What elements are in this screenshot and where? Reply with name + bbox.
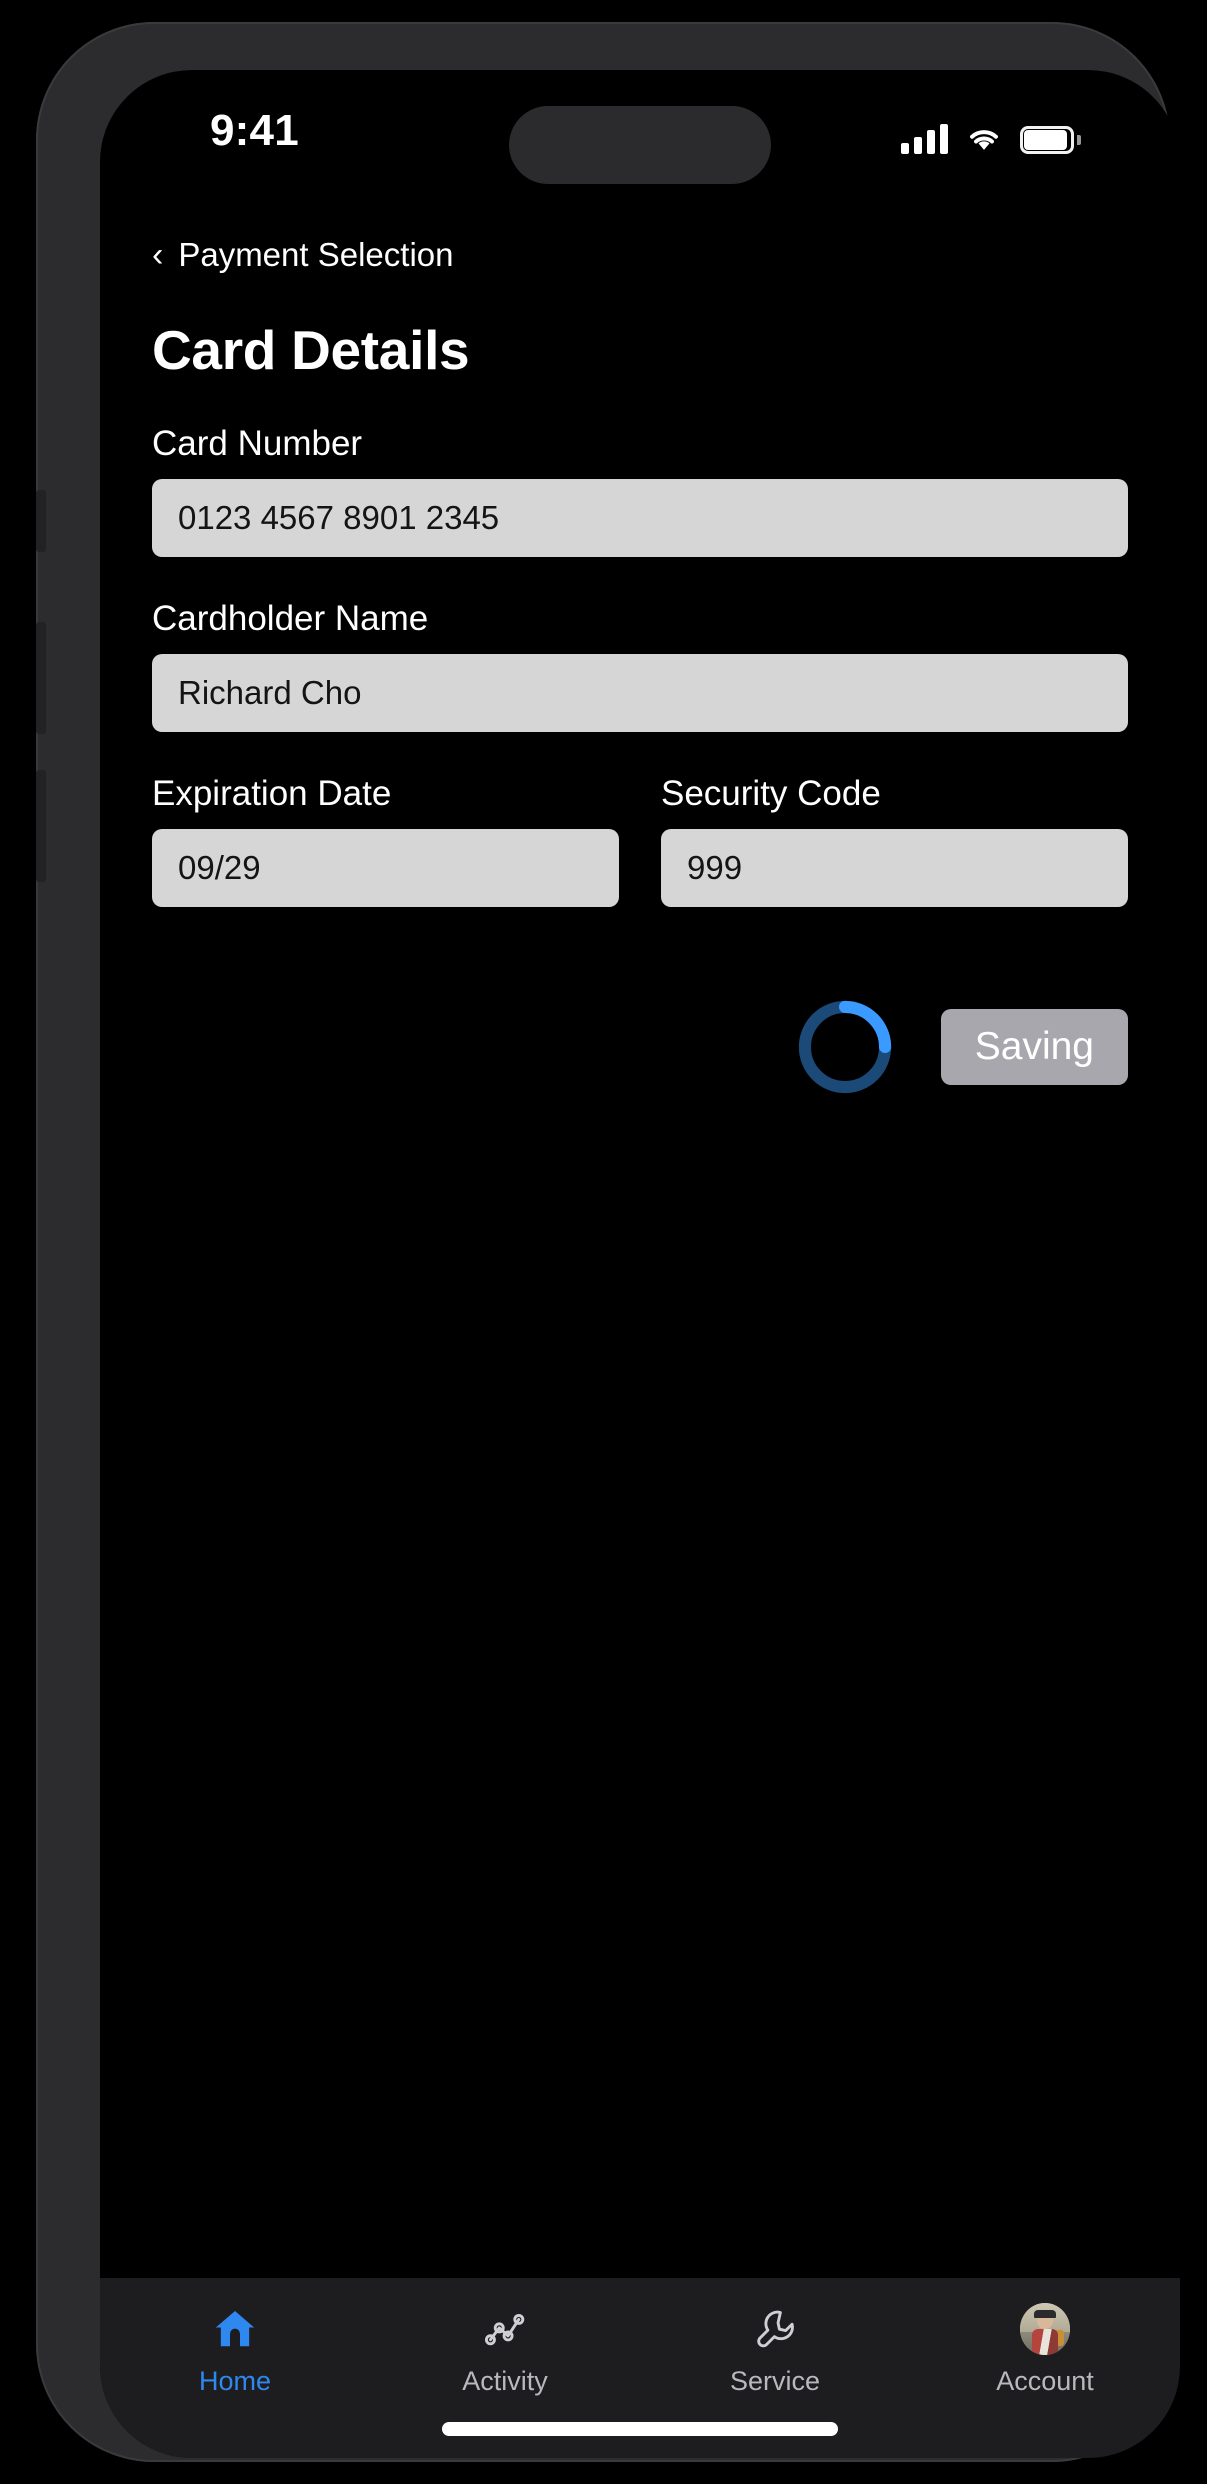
tab-item-activity[interactable]: Activity: [370, 2304, 640, 2397]
cardholder-name-input[interactable]: [152, 654, 1128, 732]
back-link-label: Payment Selection: [178, 236, 454, 273]
status-bar: 9:41: [100, 70, 1180, 188]
tab-label-activity: Activity: [462, 2366, 548, 2396]
wrench-icon: [750, 2304, 800, 2354]
tab-label-home: Home: [198, 2366, 272, 2396]
avatar: [1020, 2303, 1070, 2355]
save-button[interactable]: Saving: [940, 1009, 1128, 1085]
phone-frame: 9:41 ‹ Payment Selection Card Details Ca…: [36, 22, 1180, 2462]
phone-screen: 9:41 ‹ Payment Selection Card Details Ca…: [100, 70, 1180, 2458]
volume-down-button[interactable]: [36, 770, 46, 882]
status-icons: [901, 112, 1081, 154]
save-action-row: Saving: [152, 995, 1128, 1099]
tab-item-service[interactable]: Service: [640, 2304, 910, 2397]
chevron-left-icon: ‹: [152, 236, 164, 274]
loading-spinner-icon: [798, 1000, 891, 1094]
back-to-payment-selection-link[interactable]: ‹ Payment Selection: [152, 236, 453, 274]
tab-label-account: Account: [996, 2366, 1094, 2396]
cellular-signal-icon: [901, 124, 948, 154]
activity-chart-icon: [480, 2304, 530, 2354]
security-code-label: Security Code: [661, 774, 881, 813]
home-icon: [210, 2304, 260, 2354]
tab-label-service: Service: [729, 2366, 821, 2396]
security-code-input[interactable]: [661, 829, 1128, 907]
expiration-date-input[interactable]: [152, 829, 619, 907]
volume-up-button[interactable]: [36, 622, 46, 734]
security-code-group: Security Code: [661, 732, 1128, 907]
tab-item-account[interactable]: Account: [910, 2303, 1180, 2397]
dynamic-island: [509, 106, 771, 184]
home-indicator[interactable]: [442, 2422, 838, 2436]
wifi-icon: [970, 130, 998, 150]
avatar-icon: [1020, 2303, 1070, 2355]
silent-switch[interactable]: [36, 490, 46, 552]
expiration-date-group: Expiration Date: [152, 732, 619, 907]
expiry-security-row: Expiration Date Security Code: [152, 732, 1128, 907]
status-time: 9:41: [210, 106, 299, 155]
tab-item-home[interactable]: Home: [100, 2304, 370, 2397]
screenshot-stage: 9:41 ‹ Payment Selection Card Details Ca…: [0, 0, 1207, 2484]
cardholder-name-label: Cardholder Name: [152, 599, 429, 638]
card-number-label: Card Number: [152, 424, 363, 463]
expiration-date-label: Expiration Date: [152, 774, 392, 813]
main-content: ‹ Payment Selection Card Details Card Nu…: [100, 236, 1180, 1099]
battery-full-icon: [1020, 126, 1081, 154]
card-number-input[interactable]: [152, 479, 1128, 557]
page-title: Card Details: [152, 319, 470, 381]
